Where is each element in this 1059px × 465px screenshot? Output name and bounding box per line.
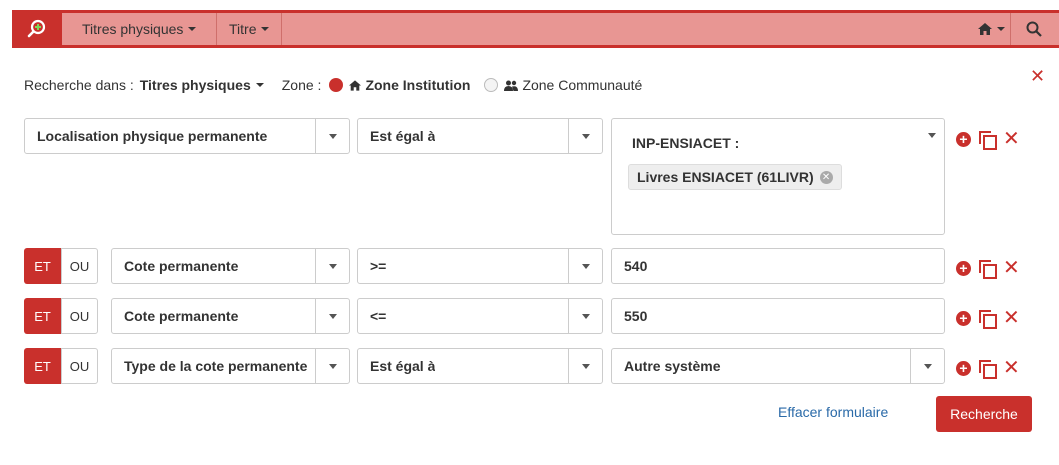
nav-dropdown-titre[interactable]: Titre xyxy=(217,13,281,45)
location-multiselect[interactable]: INP-ENSIACET : Livres ENSIACET (61LIVR) … xyxy=(611,118,945,235)
selected-tag: Livres ENSIACET (61LIVR) ✕ xyxy=(628,164,842,190)
delete-row-icon[interactable]: ✕ xyxy=(1003,308,1020,328)
zone-label: Zone : xyxy=(281,77,322,93)
value-select-value: Autre système xyxy=(624,358,721,374)
dropdown-arrow-icon xyxy=(928,133,936,138)
field-select[interactable]: Localisation physique permanente xyxy=(24,118,350,154)
dropdown-arrow-icon xyxy=(315,299,349,333)
field-select[interactable]: Cote permanente xyxy=(111,248,350,284)
row-actions: + ✕ xyxy=(956,308,1020,329)
field-select-value: Cote permanente xyxy=(124,308,239,324)
home-icon xyxy=(349,79,362,91)
dropdown-arrow-icon xyxy=(315,249,349,283)
search-scope: Recherche dans : Titres physiques Zone :… xyxy=(24,74,642,96)
search-button[interactable] xyxy=(1014,13,1054,45)
zone-institution-label: Zone Institution xyxy=(365,77,471,93)
scope-label: Recherche dans : xyxy=(24,77,134,93)
operator-select-value: Est égal à xyxy=(370,358,436,374)
conj-or-button[interactable]: OU xyxy=(61,248,98,284)
caret-down-icon xyxy=(188,27,197,31)
selected-tag-label: Livres ENSIACET (61LIVR) xyxy=(637,169,814,185)
dropdown-arrow-icon xyxy=(568,299,602,333)
value-input[interactable]: 540 xyxy=(611,248,945,284)
add-row-icon[interactable]: + xyxy=(956,360,971,376)
zone-community-radio[interactable] xyxy=(484,78,499,92)
caret-down-icon xyxy=(997,27,1005,31)
users-icon xyxy=(504,80,519,91)
nav-dropdown-titres-physiques[interactable]: Titres physiques xyxy=(70,13,208,45)
row-actions: + ✕ xyxy=(956,358,1020,379)
dropdown-arrow-icon xyxy=(568,249,602,283)
conj-and-button[interactable]: ET xyxy=(24,298,61,334)
field-select[interactable]: Cote permanente xyxy=(111,298,350,334)
caret-down-icon xyxy=(261,27,270,31)
nav-item-label: Titre xyxy=(229,21,257,37)
nav-divider xyxy=(1010,13,1011,45)
conj-or-button[interactable]: OU xyxy=(61,298,98,334)
search-plus-icon xyxy=(27,19,46,38)
close-icon[interactable]: ✕ xyxy=(1030,66,1045,87)
field-select-value: Localisation physique permanente xyxy=(37,128,268,144)
remove-tag-icon[interactable]: ✕ xyxy=(819,170,833,184)
delete-row-icon[interactable]: ✕ xyxy=(1003,358,1020,378)
conj-and-button[interactable]: ET xyxy=(24,348,61,384)
conjunction-toggle: ET OU xyxy=(24,248,98,284)
dropdown-arrow-icon xyxy=(568,349,602,383)
dropdown-arrow-icon xyxy=(568,119,602,153)
operator-select-value: >= xyxy=(370,258,387,274)
operator-select[interactable]: >= xyxy=(357,248,603,284)
duplicate-row-icon[interactable] xyxy=(979,131,997,150)
field-select[interactable]: Type de la cote permanente xyxy=(111,348,350,384)
clear-form-link[interactable]: Effacer formulaire xyxy=(778,404,888,420)
row-actions: + ✕ xyxy=(956,129,1020,150)
row-actions: + ✕ xyxy=(956,258,1020,279)
delete-row-icon[interactable]: ✕ xyxy=(1003,129,1020,149)
zone-community-label: Zone Communauté xyxy=(522,77,643,93)
dropdown-arrow-icon xyxy=(315,349,349,383)
operator-select-value: <= xyxy=(370,308,387,324)
multiselect-group-label: INP-ENSIACET : xyxy=(632,135,740,151)
duplicate-row-icon[interactable] xyxy=(979,260,997,279)
field-select-value: Cote permanente xyxy=(124,258,239,274)
value-input[interactable]: 550 xyxy=(611,298,945,334)
conj-and-button[interactable]: ET xyxy=(24,248,61,284)
conjunction-toggle: ET OU xyxy=(24,348,98,384)
add-row-icon[interactable]: + xyxy=(956,260,971,276)
duplicate-row-icon[interactable] xyxy=(979,360,997,379)
duplicate-row-icon[interactable] xyxy=(979,310,997,329)
delete-row-icon[interactable]: ✕ xyxy=(1003,258,1020,278)
home-icon xyxy=(978,23,992,35)
operator-select[interactable]: Est égal à xyxy=(357,348,603,384)
operator-select[interactable]: <= xyxy=(357,298,603,334)
dropdown-arrow-icon xyxy=(315,119,349,153)
add-row-icon[interactable]: + xyxy=(956,310,971,326)
conj-or-button[interactable]: OU xyxy=(61,348,98,384)
search-icon xyxy=(1026,21,1042,37)
conjunction-toggle: ET OU xyxy=(24,298,98,334)
value-input-text: 540 xyxy=(624,258,648,274)
operator-select[interactable]: Est égal à xyxy=(357,118,603,154)
nav-item-label: Titres physiques xyxy=(82,21,184,37)
dropdown-arrow-icon xyxy=(910,349,944,383)
scope-dropdown[interactable]: Titres physiques xyxy=(140,77,251,93)
advanced-search-button[interactable] xyxy=(12,10,62,48)
operator-select-value: Est égal à xyxy=(370,128,436,144)
value-input-text: 550 xyxy=(624,308,648,324)
field-select-value: Type de la cote permanente xyxy=(124,358,308,374)
nav-divider xyxy=(281,13,282,45)
search-submit-button[interactable]: Recherche xyxy=(936,396,1032,432)
value-select[interactable]: Autre système xyxy=(611,348,945,384)
caret-down-icon xyxy=(255,83,264,87)
add-row-icon[interactable]: + xyxy=(956,131,971,147)
zone-institution-radio[interactable] xyxy=(329,78,344,92)
